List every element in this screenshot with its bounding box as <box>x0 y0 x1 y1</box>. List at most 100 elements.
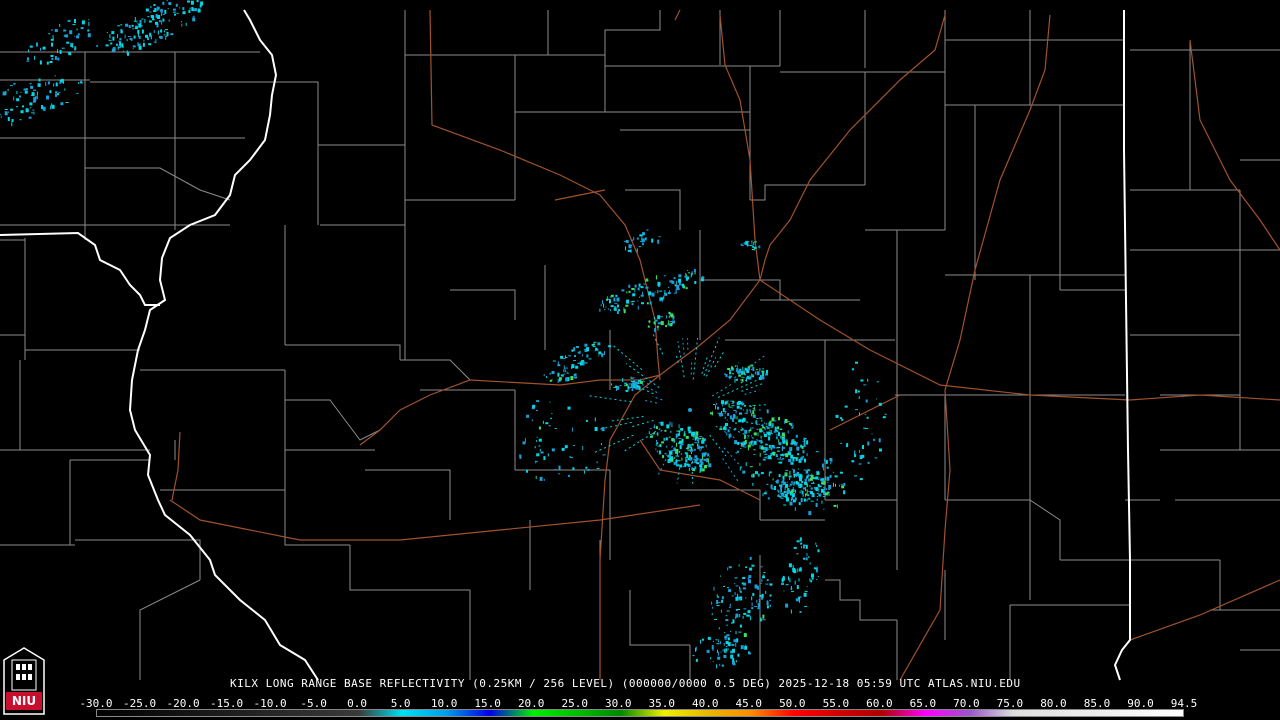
echo-pixel <box>803 592 807 597</box>
echo-pixel <box>725 648 728 652</box>
echo-pixel <box>165 36 167 40</box>
echo-pixel <box>737 441 740 445</box>
echo-pixel <box>54 29 58 32</box>
echo-pixel <box>716 605 720 607</box>
echo-pixel <box>170 33 174 36</box>
echo-pixel <box>51 42 53 47</box>
echo-pixel <box>758 423 760 425</box>
echo-pixel <box>792 499 796 503</box>
echo-pixel <box>785 453 789 458</box>
echo-pixel <box>692 655 695 657</box>
echo-pixel <box>536 400 540 403</box>
echo-pixel <box>803 443 806 448</box>
echo-pixel <box>778 474 781 478</box>
echo-pixel <box>7 88 9 91</box>
echo-pixel <box>826 466 829 469</box>
echo-pixel <box>760 446 764 450</box>
echo-pixel <box>739 402 742 405</box>
echo-pixel <box>648 320 651 323</box>
echo-pixel <box>198 9 201 12</box>
echo-pixel <box>759 462 761 466</box>
echo-pixel <box>738 631 742 633</box>
echo-pixel <box>694 442 698 444</box>
echo-pixel <box>806 585 808 587</box>
echo-pixel <box>526 414 530 418</box>
echo-pixel <box>561 447 565 451</box>
echo-pixel <box>164 9 167 14</box>
echo-pixel <box>743 608 747 610</box>
echo-pixel <box>665 437 668 441</box>
echo-pixel <box>729 603 731 607</box>
echo-pixel <box>832 471 834 473</box>
echo-pixel <box>659 290 663 292</box>
echo-pixel <box>526 469 528 473</box>
echo-pixel <box>692 438 694 440</box>
echo-pixel <box>739 614 741 618</box>
echo-pixel <box>804 590 808 592</box>
echo-pixel <box>675 280 677 285</box>
echo-pixel <box>799 491 801 494</box>
echo-pixel <box>87 33 91 38</box>
echo-pixel <box>742 587 746 590</box>
echo-pixel <box>751 413 753 417</box>
echo-pixel <box>778 439 780 443</box>
echo-pixel <box>789 578 791 583</box>
echo-pixel <box>27 57 29 61</box>
echo-pixel <box>588 358 592 360</box>
echo-pixel <box>81 20 85 25</box>
echo-pixel <box>739 412 742 415</box>
echo-pixel <box>808 478 811 482</box>
echo-pixel <box>192 15 195 17</box>
echo-pixel <box>687 270 689 271</box>
echo-pixel <box>685 463 689 466</box>
echo-pixel <box>88 21 90 26</box>
echo-pixel <box>717 412 720 414</box>
echo-pixel <box>631 288 635 290</box>
echo-pixel <box>16 91 18 94</box>
echo-pixel <box>710 657 712 660</box>
echo-pixel <box>747 578 750 580</box>
echo-pixel <box>686 448 687 450</box>
echo-pixel <box>755 420 758 424</box>
echo-pixel <box>729 371 732 375</box>
echo-pixel <box>679 464 683 468</box>
echo-pixel <box>29 83 32 85</box>
echo-pixel <box>723 427 726 431</box>
echo-pixel <box>31 112 33 114</box>
echo-pixel <box>694 455 698 459</box>
echo-pixel <box>798 578 800 582</box>
echo-pixel <box>741 378 744 382</box>
echo-pixel <box>153 4 156 6</box>
echo-pixel <box>760 566 763 568</box>
echo-pixel <box>65 34 69 38</box>
echo-pixel <box>724 648 726 653</box>
echo-pixel <box>46 61 49 65</box>
echo-pixel <box>795 481 798 484</box>
echo-pixel <box>32 109 35 111</box>
echo-pixel <box>837 504 838 509</box>
echo-pixel <box>746 408 748 413</box>
echo-pixel <box>777 447 781 448</box>
echo-pixel <box>828 484 832 489</box>
echo-pixel <box>781 583 784 585</box>
echo-pixel <box>742 470 746 474</box>
echo-pixel <box>564 369 566 373</box>
echo-pixel <box>74 19 76 23</box>
echo-pixel <box>628 284 631 288</box>
echo-pixel <box>147 16 150 18</box>
echo-pixel <box>759 607 761 612</box>
echo-pixel <box>743 371 745 374</box>
echo-pixel <box>753 242 755 246</box>
echo-pixel <box>631 303 634 306</box>
echo-pixel <box>538 438 542 442</box>
echo-pixel <box>800 444 803 448</box>
echo-pixel <box>754 584 758 589</box>
echo-pixel <box>46 95 49 100</box>
echo-pixel <box>804 478 807 481</box>
echo-pixel <box>584 348 587 350</box>
echo-pixel <box>785 441 788 446</box>
echo-pixel <box>534 460 538 462</box>
echo-pixel <box>648 431 650 435</box>
echo-pixel <box>816 492 819 494</box>
echo-pixel <box>816 473 820 475</box>
